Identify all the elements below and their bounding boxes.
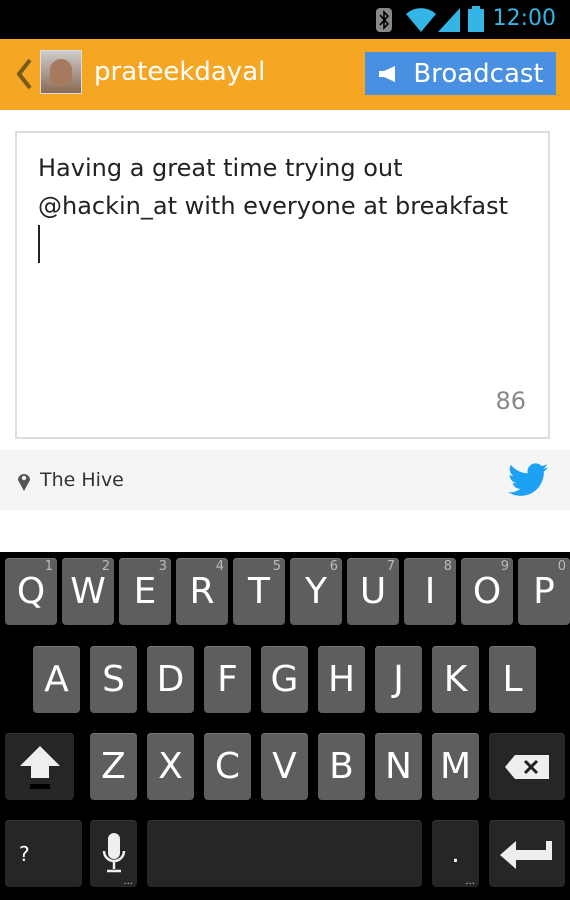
- key-w[interactable]: W2: [62, 558, 114, 625]
- key-number-hint: 5: [272, 559, 281, 574]
- key-label: H: [327, 659, 356, 700]
- key-number-hint: 2: [101, 559, 110, 574]
- avatar[interactable]: [40, 50, 82, 94]
- key-label: D: [156, 659, 185, 700]
- status-bar: 12:00: [0, 0, 570, 39]
- character-count: 86: [495, 387, 526, 415]
- username: prateekdayal: [94, 57, 266, 87]
- key-label: F: [217, 659, 238, 700]
- key-label: P: [533, 571, 555, 612]
- key-number-hint: 1: [44, 559, 53, 574]
- key-label: .: [451, 838, 460, 869]
- signal-icon: [438, 8, 460, 32]
- key-s[interactable]: S: [90, 646, 137, 713]
- location-name: The Hive: [40, 469, 124, 491]
- key-number-hint: 8: [443, 559, 452, 574]
- symbols-key[interactable]: ?: [5, 820, 82, 887]
- key-label: C: [214, 746, 241, 787]
- key-l[interactable]: L: [489, 646, 536, 713]
- clock: 12:00: [492, 6, 556, 31]
- key-label: X: [158, 746, 183, 787]
- key-label: M: [439, 746, 472, 787]
- keyboard: Q 1 W 2 E 3 R 4 T 5 Y 6 U 7 I 8 O 9 P 0 A S D F G H J K L Z X C V B N M?...…: [0, 552, 570, 900]
- key-label: T: [248, 571, 270, 612]
- key-label: E: [133, 571, 157, 612]
- shift-key[interactable]: [5, 733, 74, 800]
- key-label: Q: [16, 571, 46, 612]
- key-k[interactable]: K: [432, 646, 479, 713]
- key-g[interactable]: G: [261, 646, 308, 713]
- key-d[interactable]: D: [147, 646, 194, 713]
- key-number-hint: 0: [557, 559, 566, 574]
- key-o[interactable]: O9: [461, 558, 513, 625]
- key-label: K: [443, 659, 468, 700]
- key-label: Z: [101, 746, 126, 787]
- key-number-hint: 4: [215, 559, 224, 574]
- voice-input-key[interactable]: ...: [90, 820, 137, 887]
- key-a[interactable]: A: [33, 646, 80, 713]
- key-v[interactable]: V: [261, 733, 308, 800]
- bluetooth-icon: [376, 8, 392, 32]
- key-e[interactable]: E3: [119, 558, 171, 625]
- key-label: L: [502, 659, 523, 700]
- key-label: ?: [19, 841, 30, 866]
- key-label: I: [424, 571, 436, 612]
- enter-icon: [500, 840, 552, 869]
- backspace-key[interactable]: [489, 733, 565, 800]
- key-n[interactable]: N: [375, 733, 422, 800]
- key-label: G: [270, 659, 299, 700]
- key-number-hint: 7: [386, 559, 395, 574]
- key-label: W: [70, 571, 106, 612]
- battery-icon: [468, 6, 484, 32]
- compose-text-line: Having a great time trying out: [38, 154, 403, 182]
- key-m[interactable]: M: [432, 733, 479, 800]
- key-label: V: [272, 746, 297, 787]
- key-label: Y: [305, 571, 327, 612]
- key-h[interactable]: H: [318, 646, 365, 713]
- key-r[interactable]: R4: [176, 558, 228, 625]
- twitter-icon[interactable]: [508, 463, 548, 497]
- backspace-icon: [505, 754, 549, 779]
- shift-icon: [19, 745, 60, 789]
- key-x[interactable]: X: [147, 733, 194, 800]
- key-label: U: [359, 571, 387, 612]
- broadcast-label: Broadcast: [413, 58, 544, 89]
- key-q[interactable]: Q1: [5, 558, 57, 625]
- location-pin-icon: [18, 474, 30, 491]
- key-z[interactable]: Z: [90, 733, 137, 800]
- key-label: A: [44, 659, 69, 700]
- key-u[interactable]: U7: [347, 558, 399, 625]
- key-label: S: [102, 659, 125, 700]
- microphone-icon: [102, 832, 125, 872]
- app-header: prateekdayal Broadcast: [0, 39, 570, 110]
- key-f[interactable]: F: [204, 646, 251, 713]
- text-cursor: [38, 225, 40, 263]
- space-key[interactable]: [147, 820, 422, 887]
- wifi-icon: [406, 8, 436, 32]
- key-c[interactable]: C: [204, 733, 251, 800]
- key-y[interactable]: Y6: [290, 558, 342, 625]
- key-number-hint: 6: [329, 559, 338, 574]
- compose-text-line: @hackin_at with everyone at breakfast: [38, 192, 509, 220]
- key-p[interactable]: P0: [518, 558, 570, 625]
- key-label: O: [472, 571, 502, 612]
- key-i[interactable]: I8: [404, 558, 456, 625]
- key-b[interactable]: B: [318, 733, 365, 800]
- broadcast-button[interactable]: Broadcast: [365, 52, 556, 95]
- key-label: R: [189, 571, 215, 612]
- key-t[interactable]: T5: [233, 558, 285, 625]
- key-label: N: [385, 746, 412, 787]
- key-label: B: [329, 746, 354, 787]
- megaphone-icon: [379, 65, 396, 82]
- location-row[interactable]: The Hive: [0, 450, 570, 510]
- back-chevron-icon[interactable]: [14, 57, 34, 91]
- enter-key[interactable]: [489, 820, 565, 887]
- tweet-compose-field[interactable]: Having a great time trying out @hackin_a…: [15, 131, 550, 439]
- key-number-hint: 3: [158, 559, 167, 574]
- key-j[interactable]: J: [375, 646, 422, 713]
- period-key[interactable]: ....: [432, 820, 479, 887]
- key-number-hint: 9: [500, 559, 509, 574]
- key-label: J: [393, 659, 404, 700]
